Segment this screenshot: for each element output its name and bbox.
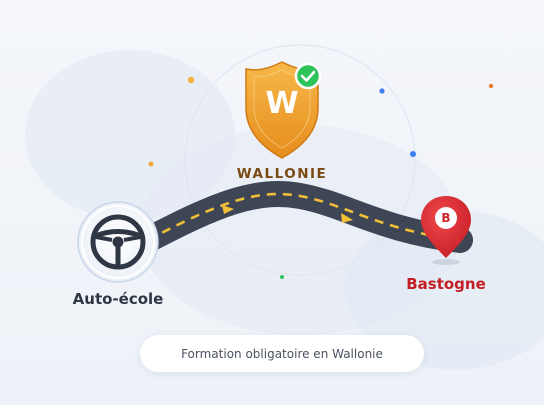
illustration-canvas: W B WALLONIE Auto-école Bastogne Formati…: [0, 0, 544, 405]
destination-label: Bastogne: [406, 275, 486, 293]
caption-text: Formation obligatoire en Wallonie: [181, 346, 383, 361]
steering-wheel-icon: [77, 201, 159, 283]
shield-letter: W: [265, 86, 299, 121]
start-label: Auto-école: [72, 290, 164, 308]
region-name: WALLONIE: [236, 166, 328, 182]
caption-pill: Formation obligatoire en Wallonie: [140, 335, 424, 372]
pin-letter: B: [441, 211, 451, 225]
check-badge-icon: [294, 62, 322, 90]
